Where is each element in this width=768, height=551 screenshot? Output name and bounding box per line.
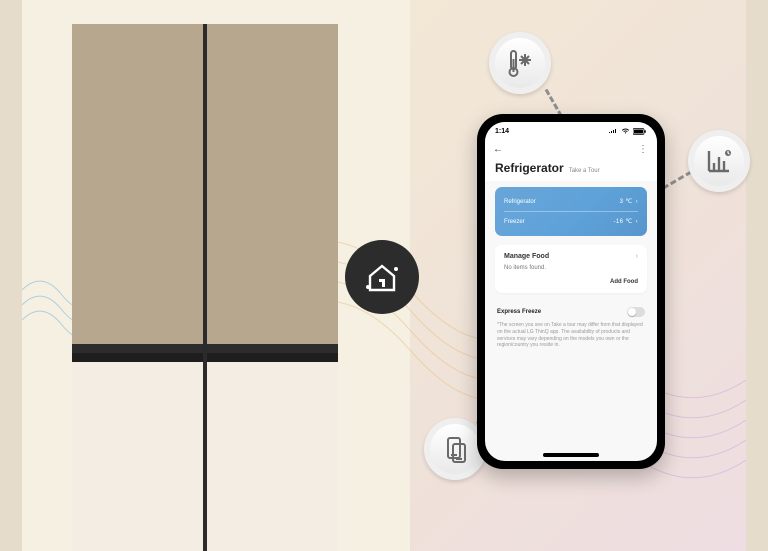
temperature-card[interactable]: Refrigerator 3 ℃› Freezer -16 ℃› [495, 187, 647, 236]
manage-food-card: Manage Food › No items found. Add Food [495, 245, 647, 293]
add-food-button[interactable]: Add Food [504, 279, 638, 285]
fridge-temp-row[interactable]: Refrigerator 3 ℃› [504, 195, 638, 208]
statusbar-icons [608, 128, 647, 135]
divider [504, 211, 638, 212]
thinq-home-icon [345, 240, 419, 314]
manage-food-title: Manage Food [504, 253, 549, 260]
refrigerator-product [72, 24, 338, 551]
signal-icon [608, 128, 618, 134]
fridge-temp-value: 3 ℃ [620, 199, 633, 205]
express-freeze-toggle[interactable] [627, 307, 645, 317]
express-freeze-row: Express Freeze [495, 307, 647, 317]
freezer-temp-row[interactable]: Freezer -16 ℃› [504, 215, 638, 228]
freezer-temp-value: -16 ℃ [614, 219, 633, 225]
app-content: Refrigerator 3 ℃› Freezer -16 ℃› Manage … [485, 181, 657, 449]
fridge-divider-v [203, 24, 207, 551]
chevron-right-icon: › [636, 219, 638, 225]
wifi-icon [621, 128, 630, 134]
freezer-temp-label: Freezer [504, 219, 525, 225]
statusbar: 1:14 [485, 122, 657, 140]
promo-stage: 1:14 ← ⋮ Refrigerator Take a Tour Refrig… [0, 0, 768, 551]
more-icon[interactable]: ⋮ [638, 144, 649, 155]
battery-icon [633, 128, 647, 135]
phone-mockup: 1:14 ← ⋮ Refrigerator Take a Tour Refrig… [477, 114, 665, 469]
home-indicator [543, 453, 599, 457]
disclaimer-text: *The screen you see on Take a tour may d… [495, 322, 647, 349]
chevron-right-icon: › [636, 199, 638, 205]
fridge-temp-label: Refrigerator [504, 199, 536, 205]
app-header: ← ⋮ [485, 140, 657, 161]
statusbar-time: 1:14 [495, 128, 509, 135]
manage-food-empty: No items found. [504, 265, 638, 271]
back-icon[interactable]: ← [493, 144, 503, 155]
take-tour-link[interactable]: Take a Tour [569, 168, 600, 174]
phone-screen: 1:14 ← ⋮ Refrigerator Take a Tour Refrig… [485, 122, 657, 461]
page-title: Refrigerator [495, 161, 564, 175]
chevron-right-icon[interactable]: › [636, 253, 638, 260]
express-freeze-label: Express Freeze [497, 309, 541, 315]
page-title-row: Refrigerator Take a Tour [485, 161, 657, 181]
bar-chart-icon [688, 130, 750, 192]
thermometer-snowflake-icon [489, 32, 551, 94]
